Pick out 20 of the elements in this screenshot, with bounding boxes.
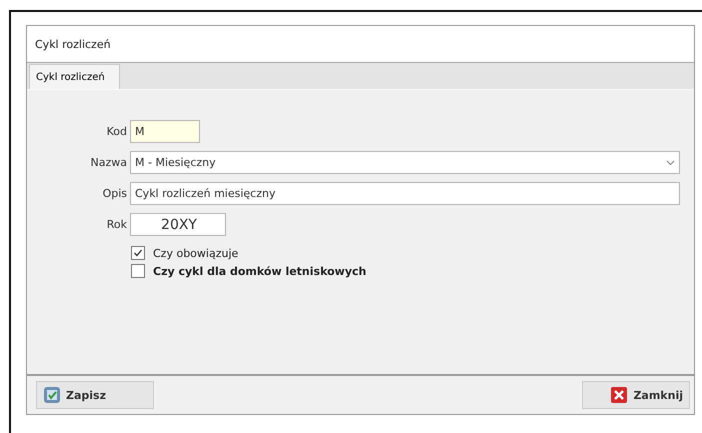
chevron-down-icon: [666, 160, 675, 166]
tab[interactable]: Cykl rozliczeń: [29, 64, 120, 89]
code-field[interactable]: M: [130, 120, 200, 143]
field-label: Nazwa: [90, 156, 127, 169]
name-dropdown[interactable]: M - Miesięczny: [130, 151, 680, 174]
checkbox[interactable]: [131, 246, 145, 260]
save-icon: [43, 386, 61, 404]
description-field[interactable]: Cykl rozliczeń miesięczny: [130, 182, 680, 205]
field-label: Kod: [106, 125, 127, 138]
year-field[interactable]: 20XY: [130, 213, 226, 236]
field-label: Rok: [106, 218, 127, 231]
checkbox[interactable]: [131, 264, 145, 278]
close-button[interactable]: Zamknij: [582, 381, 690, 409]
checkbox-label: Czy obowiązuje: [153, 246, 238, 260]
window-title: Cykl rozliczeń: [27, 26, 694, 63]
save-button[interactable]: Zapisz: [36, 381, 154, 409]
check-icon: [133, 248, 143, 258]
checkbox-label: Czy cykl dla domków letniskowych: [153, 264, 366, 278]
field-label: Opis: [102, 187, 127, 200]
close-icon: [610, 386, 628, 404]
